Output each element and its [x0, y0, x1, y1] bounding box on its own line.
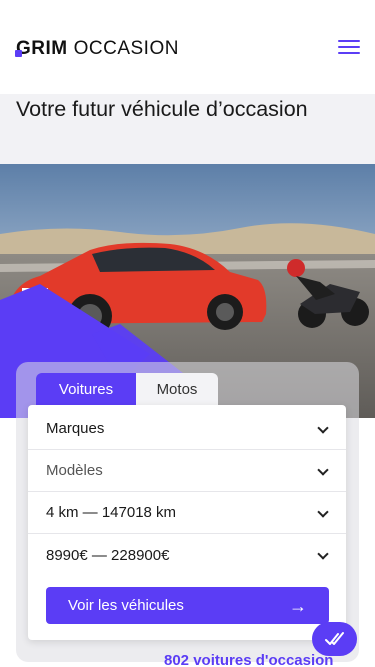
brand-select-label: Marques: [46, 420, 105, 437]
view-vehicles-button[interactable]: Voir les véhicules →: [46, 587, 329, 624]
chevron-down-icon: [318, 466, 328, 476]
header: GRIM OCCASION: [0, 0, 375, 94]
price-select-label: 8990€ — 228900€: [46, 546, 170, 564]
tab-motos[interactable]: Motos: [136, 373, 218, 405]
logo[interactable]: GRIM OCCASION: [16, 38, 179, 60]
mileage-select-label: 4 km — 147018 km: [46, 504, 177, 521]
chevron-down-icon: [318, 550, 328, 560]
logo-brand-text: GRIM: [16, 38, 68, 59]
tab-voitures[interactable]: Voitures: [36, 373, 136, 405]
double-check-icon[interactable]: [312, 622, 357, 656]
chevron-down-icon: [318, 424, 328, 434]
model-select[interactable]: Modèles: [28, 450, 346, 492]
mileage-select[interactable]: 4 km — 147018 km: [28, 492, 346, 534]
brand-select[interactable]: Marques: [28, 408, 346, 450]
logo-sub: OCCASION: [73, 38, 179, 59]
hamburger-menu-icon[interactable]: [338, 40, 360, 54]
page-title: Votre futur véhicule d’occasion: [16, 97, 308, 121]
price-select[interactable]: 8990€ — 228900€: [28, 534, 346, 576]
model-select-label: Modèles: [46, 462, 103, 479]
view-vehicles-label: Voir les véhicules: [68, 597, 184, 614]
results-count[interactable]: 802 voitures d'occasion: [164, 652, 333, 667]
arrow-right-icon: →: [289, 595, 307, 616]
vehicle-type-tabs: Voitures Motos: [36, 373, 218, 405]
chevron-down-icon: [318, 508, 328, 518]
logo-brand: GRIM: [16, 38, 68, 60]
